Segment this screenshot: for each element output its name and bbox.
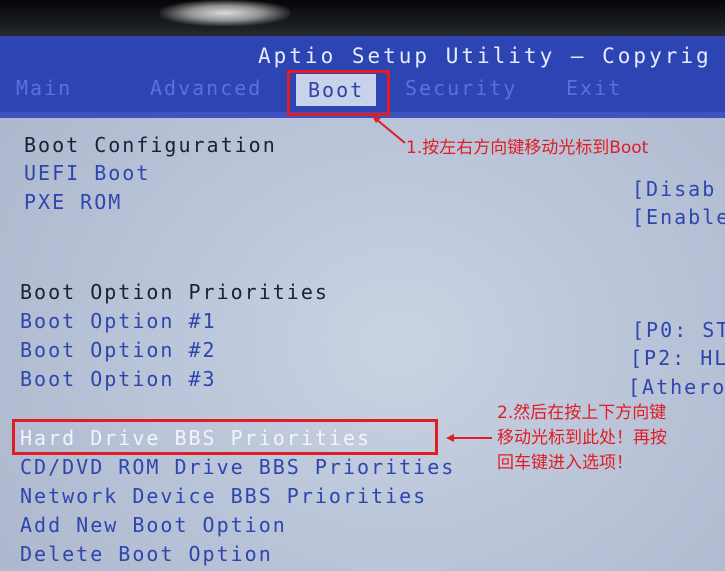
- arrow-head-hard-drive: [446, 434, 454, 442]
- annotation-arrows: [372, 116, 492, 442]
- bios-screen: Aptio Setup Utility – Copyrig Main Advan…: [0, 0, 725, 571]
- arrow-to-boot-tab: [375, 118, 406, 144]
- annotation-step-2-line-3: 回车键进入选项！: [497, 453, 633, 473]
- annotation-step-2-line-1: 2.然后在按上下方向键: [497, 403, 667, 423]
- annotation-step-1: 1.按左右方向键移动光标到Boot: [406, 138, 649, 158]
- annotation-step-2-line-2: 移动光标到此处！再按: [497, 428, 667, 448]
